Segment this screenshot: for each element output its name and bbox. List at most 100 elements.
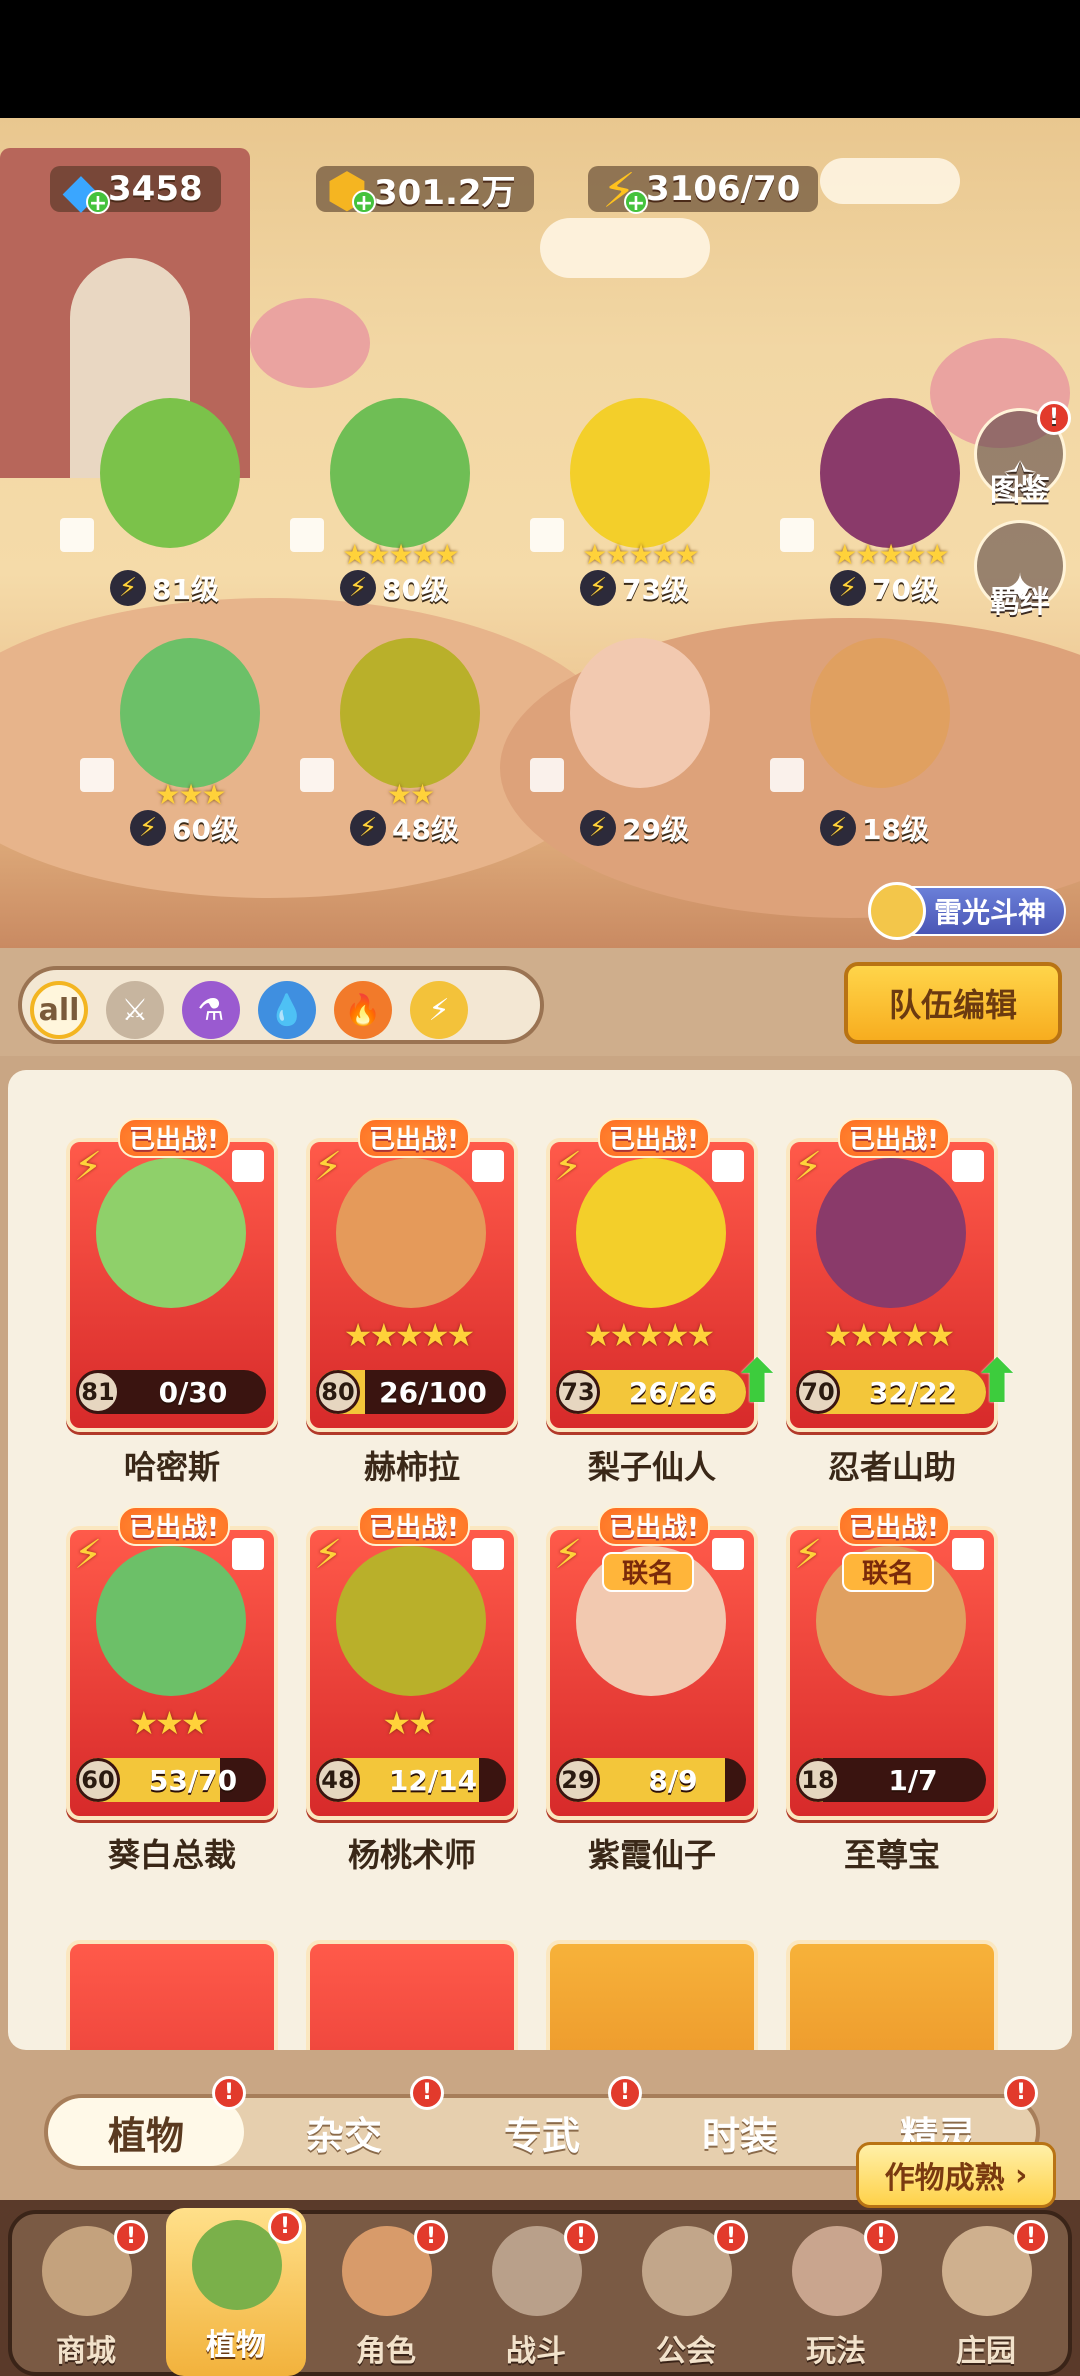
game-screen: ◆ + 3458 ⬢ + 301.2万 ⚡ + 3106/70 ✩ 图鉴 ! ✦… [0,0,1080,2376]
plant-card-partial[interactable] [546,1922,758,2050]
alert-badge-icon: ! [268,2210,302,2244]
plant-name: 梨子仙人 [587,1448,716,1486]
slot-icon [232,1150,264,1182]
filter-all[interactable]: all [30,981,88,1039]
add-coins-icon[interactable]: + [352,190,376,216]
energy-amount: 3106/70 [646,169,801,209]
nav-6[interactable]: 庄园! [916,2214,1056,2372]
plant-card[interactable]: 已出战! ⚡ ★★★ 60 53/70 葵白总裁 [66,1506,278,1878]
fragment-count: 26/100 [379,1375,487,1409]
plant-name: 忍者山助 [827,1448,956,1486]
add-gems-icon[interactable]: + [86,190,110,216]
hero-level-text: 48级 [392,813,459,846]
hero-figure [340,638,480,788]
upgrade-arrow-icon[interactable]: ⬆ [732,1352,782,1412]
hero-level: ⚡ 70级 [830,568,980,608]
tab-3[interactable]: 时装 [642,2098,838,2166]
potion-icon[interactable]: ⚗ [182,981,240,1039]
card-level: 60 [76,1758,120,1802]
team-edit-button[interactable]: 队伍编辑 [844,962,1062,1044]
hero-stars: ★★★★★ [832,538,950,571]
plant-portrait [96,1158,246,1308]
nav-0[interactable]: 商城! [16,2214,156,2372]
card-stars: ★★★★★ [583,1316,715,1354]
plant-card[interactable]: 已出战! ⚡ ★★ 48 12/14 杨桃术师 [306,1506,518,1878]
hero-figure [570,638,710,788]
energy-counter[interactable]: ⚡ + 3106/70 [588,160,819,219]
card-grid[interactable]: 已出战! ⚡ 81 0/30 哈密斯 已出战! ⚡ ★★★★★ 80 26/100 赫柿拉 已出战! ⚡… [8,1070,1072,2050]
card-level: 48 [316,1758,360,1802]
tab-2[interactable]: 专武 [444,2098,640,2166]
lightning-icon: ⚡ [314,1144,343,1190]
hero-stars: ★★★★★ [342,538,460,571]
crop-ready-button[interactable]: 作物成熟 › [856,2142,1056,2208]
tab-0[interactable]: 植物 [48,2098,244,2166]
alert-badge-icon: ! [1014,2220,1048,2254]
alert-badge-icon: ! [714,2220,748,2254]
lineup-hero[interactable]: ★★★ ⚡ 60级 [80,628,290,846]
deployed-badge: 已出战! [358,1118,470,1158]
plant-card-partial[interactable] [306,1922,518,2050]
card-level: 81 [76,1370,120,1414]
fire-icon[interactable]: 🔥 [334,981,392,1039]
fragment-count: 32/22 [868,1375,958,1409]
alert-badge-icon: ! [864,2220,898,2254]
plant-portrait [96,1546,246,1696]
crop-ready-label: 作物成熟 [884,2161,1005,2196]
add-energy-icon[interactable]: + [624,190,648,216]
fragment-count: 0/30 [158,1375,228,1409]
plant-card[interactable]: 已出战! ⚡ ★★★★★ 73 26/26 ⬆ 梨子仙人 [546,1118,782,1490]
hero-figure [820,398,960,548]
hero-level-text: 29级 [622,813,689,846]
lightning-icon: ⚡ [340,570,376,606]
fragment-bar: 70 32/22 [796,1370,986,1414]
lineup-hero[interactable]: ★★ ⚡ 48级 [300,628,510,846]
slot-icon [712,1150,744,1182]
tab-1[interactable]: 杂交 [246,2098,442,2166]
gem-counter[interactable]: ◆ + 3458 [50,160,221,219]
lineup-hero[interactable]: ⚡ 81级 [60,388,270,606]
hero-stars: ★★★ [155,778,226,811]
nav-2[interactable]: 角色! [316,2214,456,2372]
featured-hero-tag[interactable]: 雷光斗神 [868,882,1067,940]
plant-card-partial[interactable] [786,1922,998,2050]
hero-level-text: 60级 [172,813,239,846]
lightning-icon: ⚡ [820,810,856,846]
lightning-icon[interactable]: ⚡ [410,981,468,1039]
slot-icon [232,1538,264,1570]
lineup-hero[interactable]: ★★★★★ ⚡ 80级 [290,388,500,606]
upgrade-arrow-icon[interactable]: ⬆ [972,1352,1022,1412]
lightning-icon: ⚡ [830,570,866,606]
card-stars: ★★ [382,1704,436,1742]
card-level: 70 [796,1370,840,1414]
coin-counter[interactable]: ⬢ + 301.2万 [316,160,534,219]
lineup-hero[interactable]: ⚡ 29级 [530,628,740,846]
plant-card[interactable]: 已出战! ⚡ ★★★★★ 70 32/22 ⬆ 忍者山助 [786,1118,1022,1490]
slot-icon [60,518,94,552]
lightning-icon: ⚡ [554,1532,583,1578]
hero-figure [810,638,950,788]
lineup-hero[interactable]: ★★★★★ ⚡ 73级 [530,388,740,606]
nav-label: 植物 [206,2328,266,2363]
lightning-icon: ⚡ [554,1144,583,1190]
water-drop-icon[interactable]: 💧 [258,981,316,1039]
nav-3[interactable]: 战斗! [466,2214,606,2372]
plant-card[interactable]: 已出战! ⚡ 联名 29 8/9 紫霞仙子 [546,1506,758,1878]
plant-card[interactable]: 已出战! ⚡ ★★★★★ 80 26/100 赫柿拉 [306,1118,518,1490]
plant-card[interactable]: 已出战! ⚡ 联名 18 1/7 至尊宝 [786,1506,998,1878]
plant-card-partial[interactable] [66,1922,278,2050]
lineup-hero[interactable]: ⚡ 18级 [770,628,980,846]
plant-card[interactable]: 已出战! ⚡ 81 0/30 哈密斯 [66,1118,278,1490]
cloud [540,218,710,278]
lineup-hero[interactable]: ★★★★★ ⚡ 70级 [780,388,990,606]
slot-icon [472,1538,504,1570]
hero-figure [100,398,240,548]
nav-1[interactable]: 植物! [166,2208,306,2376]
nav-4[interactable]: 公会! [616,2214,756,2372]
hero-level: ⚡ 18级 [820,808,970,848]
nav-5[interactable]: 玩法! [766,2214,906,2372]
sword-icon[interactable]: ⚔ [106,981,164,1039]
featured-hero-name: 雷光斗神 [934,896,1047,929]
fragment-bar: 73 26/26 [556,1370,746,1414]
card-stars: ★★★ [129,1704,209,1742]
